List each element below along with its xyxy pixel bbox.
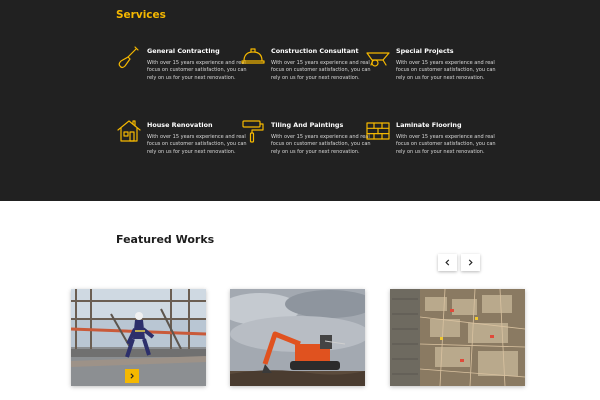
construction-site-aerial-photo: [390, 289, 525, 386]
orange-excavator-photo: [230, 289, 365, 386]
service-description: With over 15 years experience and real f…: [396, 60, 496, 81]
service-description: With over 15 years experience and real f…: [147, 60, 247, 81]
brick-wall-icon: [365, 118, 391, 144]
view-work-button[interactable]: [125, 369, 139, 383]
service-title: General Contracting: [147, 47, 220, 55]
featured-work-card[interactable]: [390, 289, 525, 386]
featured-works-heading: Featured Works: [116, 233, 215, 246]
shovel-icon: [116, 44, 142, 70]
services-heading: Services: [116, 9, 166, 21]
services-section: Services General Contracting With over 1…: [0, 0, 600, 201]
service-description: With over 15 years experience and real f…: [396, 134, 496, 155]
chevron-left-icon: [445, 259, 450, 266]
service-title: Construction Consultant: [271, 47, 359, 55]
chevron-right-icon: [130, 373, 134, 379]
service-description: With over 15 years experience and real f…: [271, 134, 371, 155]
service-description: With over 15 years experience and real f…: [271, 60, 371, 81]
service-description: With over 15 years experience and real f…: [147, 134, 247, 155]
house-icon: [116, 118, 142, 144]
service-title: Laminate Flooring: [396, 121, 462, 129]
carousel-prev-button[interactable]: [438, 254, 457, 271]
service-title: House Renovation: [147, 121, 213, 129]
chevron-right-icon: [468, 259, 473, 266]
hard-hat-icon: [240, 44, 266, 70]
service-title: Tiling And Paintings: [271, 121, 344, 129]
featured-work-card[interactable]: [230, 289, 365, 386]
paint-roller-icon: [240, 118, 266, 144]
featured-work-card[interactable]: [71, 289, 206, 386]
service-title: Special Projects: [396, 47, 454, 55]
carousel-next-button[interactable]: [461, 254, 480, 271]
wheelbarrow-icon: [365, 44, 391, 70]
